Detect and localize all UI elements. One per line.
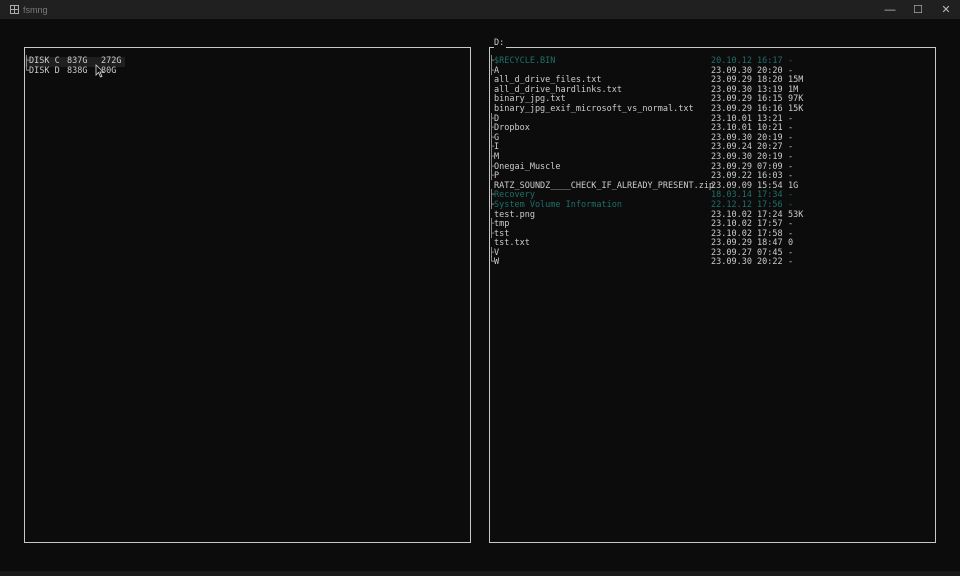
bottom-strip <box>0 571 960 576</box>
file-name: W <box>494 257 500 268</box>
file-name: $RECYCLE.BIN <box>494 56 556 66</box>
file-name: tst.txt <box>494 238 530 249</box>
maximize-button[interactable]: ☐ <box>904 0 932 19</box>
file-name: Dropbox <box>494 123 530 134</box>
file-name: binary_jpg_exif_microsoft_vs_normal.txt <box>494 103 694 114</box>
file-list: ├ $RECYCLE.BIN 20.10.12 16:17- ├ A 23.09.30 2… <box>489 56 935 268</box>
disk-total-size: 838G <box>67 65 88 76</box>
disk-list: ├ DISK C 837G 272G └ DISK D 838G 80G <box>24 56 470 77</box>
file-row[interactable]: └ W 23.09.30 20:22- <box>489 257 935 268</box>
file-name: Onegai_Muscle <box>494 161 561 172</box>
file-panel-title: D: <box>494 38 507 48</box>
file-panel: ├ $RECYCLE.BIN 20.10.12 16:17- ├ A 23.09.30 2… <box>489 47 936 543</box>
disk-row[interactable]: └ DISK D 838G 80G <box>24 65 470 77</box>
window-title: fsmng <box>23 4 48 15</box>
title-bar: fsmng — ☐ ✕ <box>0 0 960 19</box>
app-icon <box>10 5 19 14</box>
disk-panel: ├ DISK C 837G 272G └ DISK D 838G 80G <box>24 47 471 543</box>
disk-name: DISK D <box>29 65 60 76</box>
close-button[interactable]: ✕ <box>932 0 960 19</box>
file-size: - <box>788 257 794 268</box>
mouse-cursor-icon <box>95 64 105 78</box>
file-date: 23.09.30 20:22 <box>711 257 783 268</box>
minimize-button[interactable]: — <box>876 0 904 19</box>
window-controls: — ☐ ✕ <box>876 0 960 19</box>
